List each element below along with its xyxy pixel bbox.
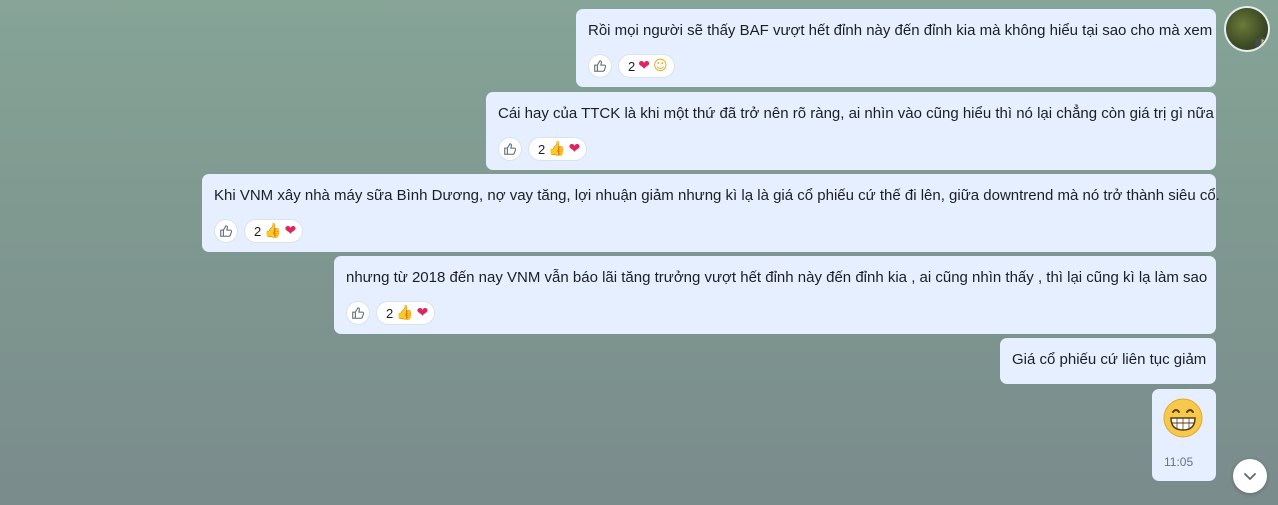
thumbs-up-outline-icon: [220, 225, 233, 237]
thumbs-up-icon: 👍: [396, 305, 414, 321]
message-bubble[interactable]: Khi VNM xây nhà máy sữa Bình Dương, nợ v…: [202, 174, 1220, 252]
message-text: Giá cổ phiếu cứ liên tục giảm: [1012, 351, 1207, 368]
heart-icon: ❤: [568, 141, 581, 157]
message-text: Cái hay của TTCK là khi một thứ đã trở n…: [498, 105, 1214, 122]
reaction-bar: 2 ❤ ☺: [588, 54, 675, 78]
grinning-face-icon: [1163, 398, 1203, 438]
message-bubble[interactable]: Rồi mọi người sẽ thấy BAF vượt hết đỉnh …: [576, 9, 1216, 87]
key-badge-icon: ⚷: [1255, 37, 1268, 50]
like-button[interactable]: [588, 54, 612, 78]
heart-icon: ❤: [284, 223, 297, 239]
thumbs-up-outline-icon: [594, 60, 607, 72]
sender-avatar[interactable]: ⚷: [1226, 8, 1268, 50]
scroll-to-bottom-button[interactable]: [1233, 459, 1267, 493]
heart-icon: ❤: [416, 305, 429, 321]
thumbs-up-icon: 👍: [264, 223, 282, 239]
reaction-count: 2: [254, 223, 262, 239]
reaction-summary[interactable]: 2 👍 ❤: [376, 301, 436, 325]
thumbs-up-outline-icon: [504, 143, 517, 155]
reaction-summary[interactable]: 2 ❤ ☺: [618, 54, 675, 78]
like-button[interactable]: [498, 137, 522, 161]
reaction-summary[interactable]: 2 👍 ❤: [244, 219, 304, 243]
thumbs-up-icon: 👍: [548, 141, 566, 157]
surprised-face-icon: ☺: [652, 58, 668, 74]
message-time: 11:05: [1164, 455, 1194, 469]
reaction-bar: 2 👍 ❤: [214, 219, 304, 243]
reaction-bar: 2 👍 ❤: [498, 137, 588, 161]
message-text: Khi VNM xây nhà máy sữa Bình Dương, nợ v…: [214, 187, 1220, 204]
message-text: Rồi mọi người sẽ thấy BAF vượt hết đỉnh …: [588, 22, 1213, 39]
reaction-summary[interactable]: 2 👍 ❤: [528, 137, 588, 161]
chevron-down-icon: [1244, 473, 1256, 480]
thumbs-up-outline-icon: [352, 307, 365, 319]
like-button[interactable]: [214, 219, 238, 243]
message-bubble[interactable]: Cái hay của TTCK là khi một thứ đã trở n…: [486, 92, 1216, 170]
reaction-count: 2: [538, 141, 546, 157]
like-button[interactable]: [346, 301, 370, 325]
message-text: nhưng từ 2018 đến nay VNM vẫn báo lãi tă…: [346, 269, 1208, 286]
heart-icon: ❤: [638, 58, 650, 74]
reaction-count: 2: [628, 58, 636, 74]
reaction-bar: 2 👍 ❤: [346, 301, 436, 325]
message-bubble[interactable]: Giá cổ phiếu cứ liên tục giảm: [1000, 338, 1216, 384]
reaction-count: 2: [386, 305, 394, 321]
sticker-message[interactable]: 11:05: [1152, 389, 1216, 481]
message-bubble[interactable]: nhưng từ 2018 đến nay VNM vẫn báo lãi tă…: [334, 256, 1216, 334]
